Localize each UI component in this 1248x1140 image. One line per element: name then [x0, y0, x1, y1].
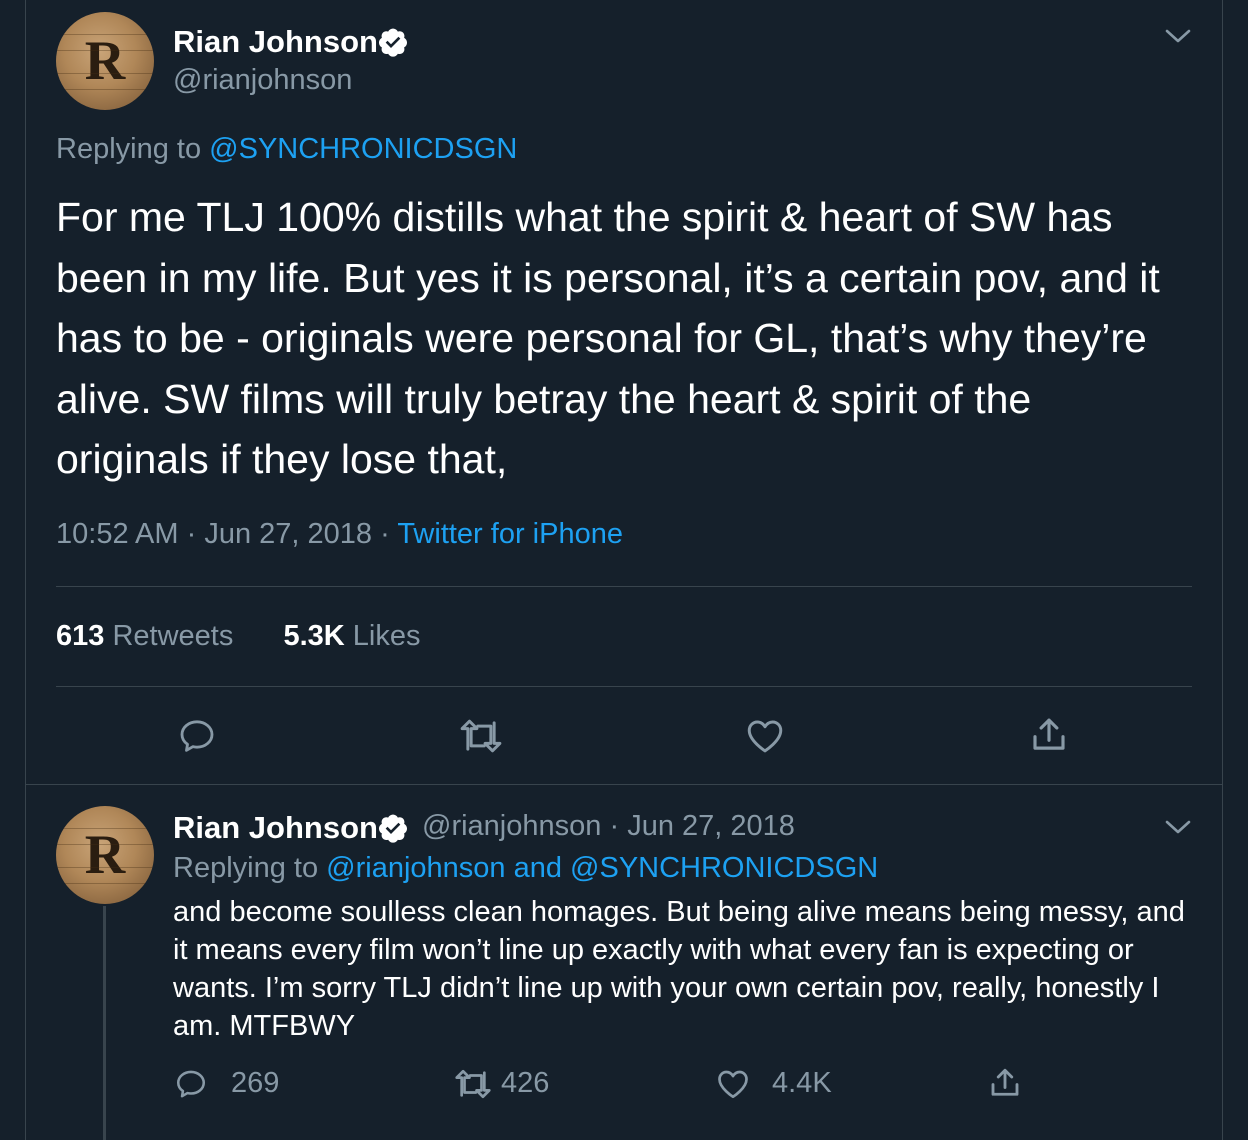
- meta-separator: ·: [609, 810, 620, 842]
- share-button[interactable]: [1028, 714, 1070, 756]
- reply-count: 269: [231, 1067, 280, 1099]
- tweet-stats: 613 Retweets 5.3K Likes: [56, 620, 421, 653]
- retweet-button[interactable]: [453, 1067, 493, 1101]
- thread-line: [103, 906, 106, 1140]
- tweet-source[interactable]: Twitter for iPhone: [397, 518, 623, 550]
- tweet-date[interactable]: Jun 27, 2018: [204, 518, 372, 550]
- tweet-meta: 10:52 AM · Jun 27, 2018 · Twitter for iP…: [56, 518, 623, 551]
- tweet-time[interactable]: 10:52 AM: [56, 518, 179, 550]
- avatar[interactable]: R: [56, 806, 154, 904]
- like-button[interactable]: [743, 715, 787, 757]
- heart-icon: [718, 1070, 748, 1099]
- tweet-date[interactable]: Jun 27, 2018: [627, 810, 795, 842]
- reply-header-meta: @rianjohnson · Jun 27, 2018: [422, 810, 795, 843]
- retweet-button[interactable]: [458, 716, 504, 756]
- replying-prefix: Replying to: [56, 133, 202, 165]
- heart-icon: [747, 720, 783, 753]
- chevron-down-icon[interactable]: [1165, 28, 1191, 44]
- tweet-text: For me TLJ 100% distills what the spirit…: [56, 194, 1160, 482]
- author-handle[interactable]: @rianjohnson: [173, 64, 352, 97]
- author-handle[interactable]: @rianjohnson: [422, 810, 601, 842]
- replying-to: Replying to @rianjohnson and @SYNCHRONIC…: [173, 852, 878, 885]
- author-name[interactable]: Rian Johnson: [173, 810, 378, 846]
- verified-badge-icon: [379, 28, 407, 57]
- share-icon: [1033, 718, 1065, 750]
- meta-separator: ·: [380, 518, 390, 550]
- avatar[interactable]: R: [56, 12, 154, 110]
- avatar-letter: R: [84, 30, 126, 92]
- chevron-down-icon[interactable]: [1165, 819, 1191, 835]
- retweets-stat[interactable]: 613 Retweets: [56, 620, 233, 652]
- share-button[interactable]: [987, 1065, 1023, 1101]
- author-name[interactable]: Rian Johnson: [173, 24, 378, 60]
- frame-border-right: [1222, 0, 1223, 1140]
- divider: [56, 586, 1192, 587]
- reply-button[interactable]: [177, 716, 217, 756]
- reply-bubble-icon: [180, 720, 214, 752]
- retweet-count: 426: [501, 1067, 550, 1099]
- retweet-icon: [460, 719, 502, 753]
- divider: [56, 686, 1192, 687]
- replying-to: Replying to @SYNCHRONICDSGN: [56, 133, 517, 166]
- replying-to-link[interactable]: @SYNCHRONICDSGN: [209, 133, 517, 165]
- verified-badge-icon: [379, 814, 407, 843]
- avatar-letter: R: [84, 824, 126, 886]
- reply-button[interactable]: [174, 1067, 208, 1101]
- replying-prefix: Replying to: [173, 852, 319, 884]
- meta-separator: ·: [186, 518, 197, 550]
- tweet-separator: [25, 784, 1223, 785]
- reply-bubble-icon: [176, 1070, 206, 1098]
- share-icon: [991, 1068, 1019, 1096]
- replying-to-link[interactable]: @rianjohnson and @SYNCHRONICDSGN: [326, 852, 878, 884]
- retweet-icon: [455, 1069, 491, 1099]
- like-count: 4.4K: [772, 1067, 832, 1099]
- like-button[interactable]: [715, 1066, 751, 1102]
- tweet-text: and become soulless clean homages. But b…: [173, 896, 1185, 1042]
- likes-stat[interactable]: 5.3K Likes: [283, 620, 420, 652]
- frame-border-left: [25, 0, 26, 1140]
